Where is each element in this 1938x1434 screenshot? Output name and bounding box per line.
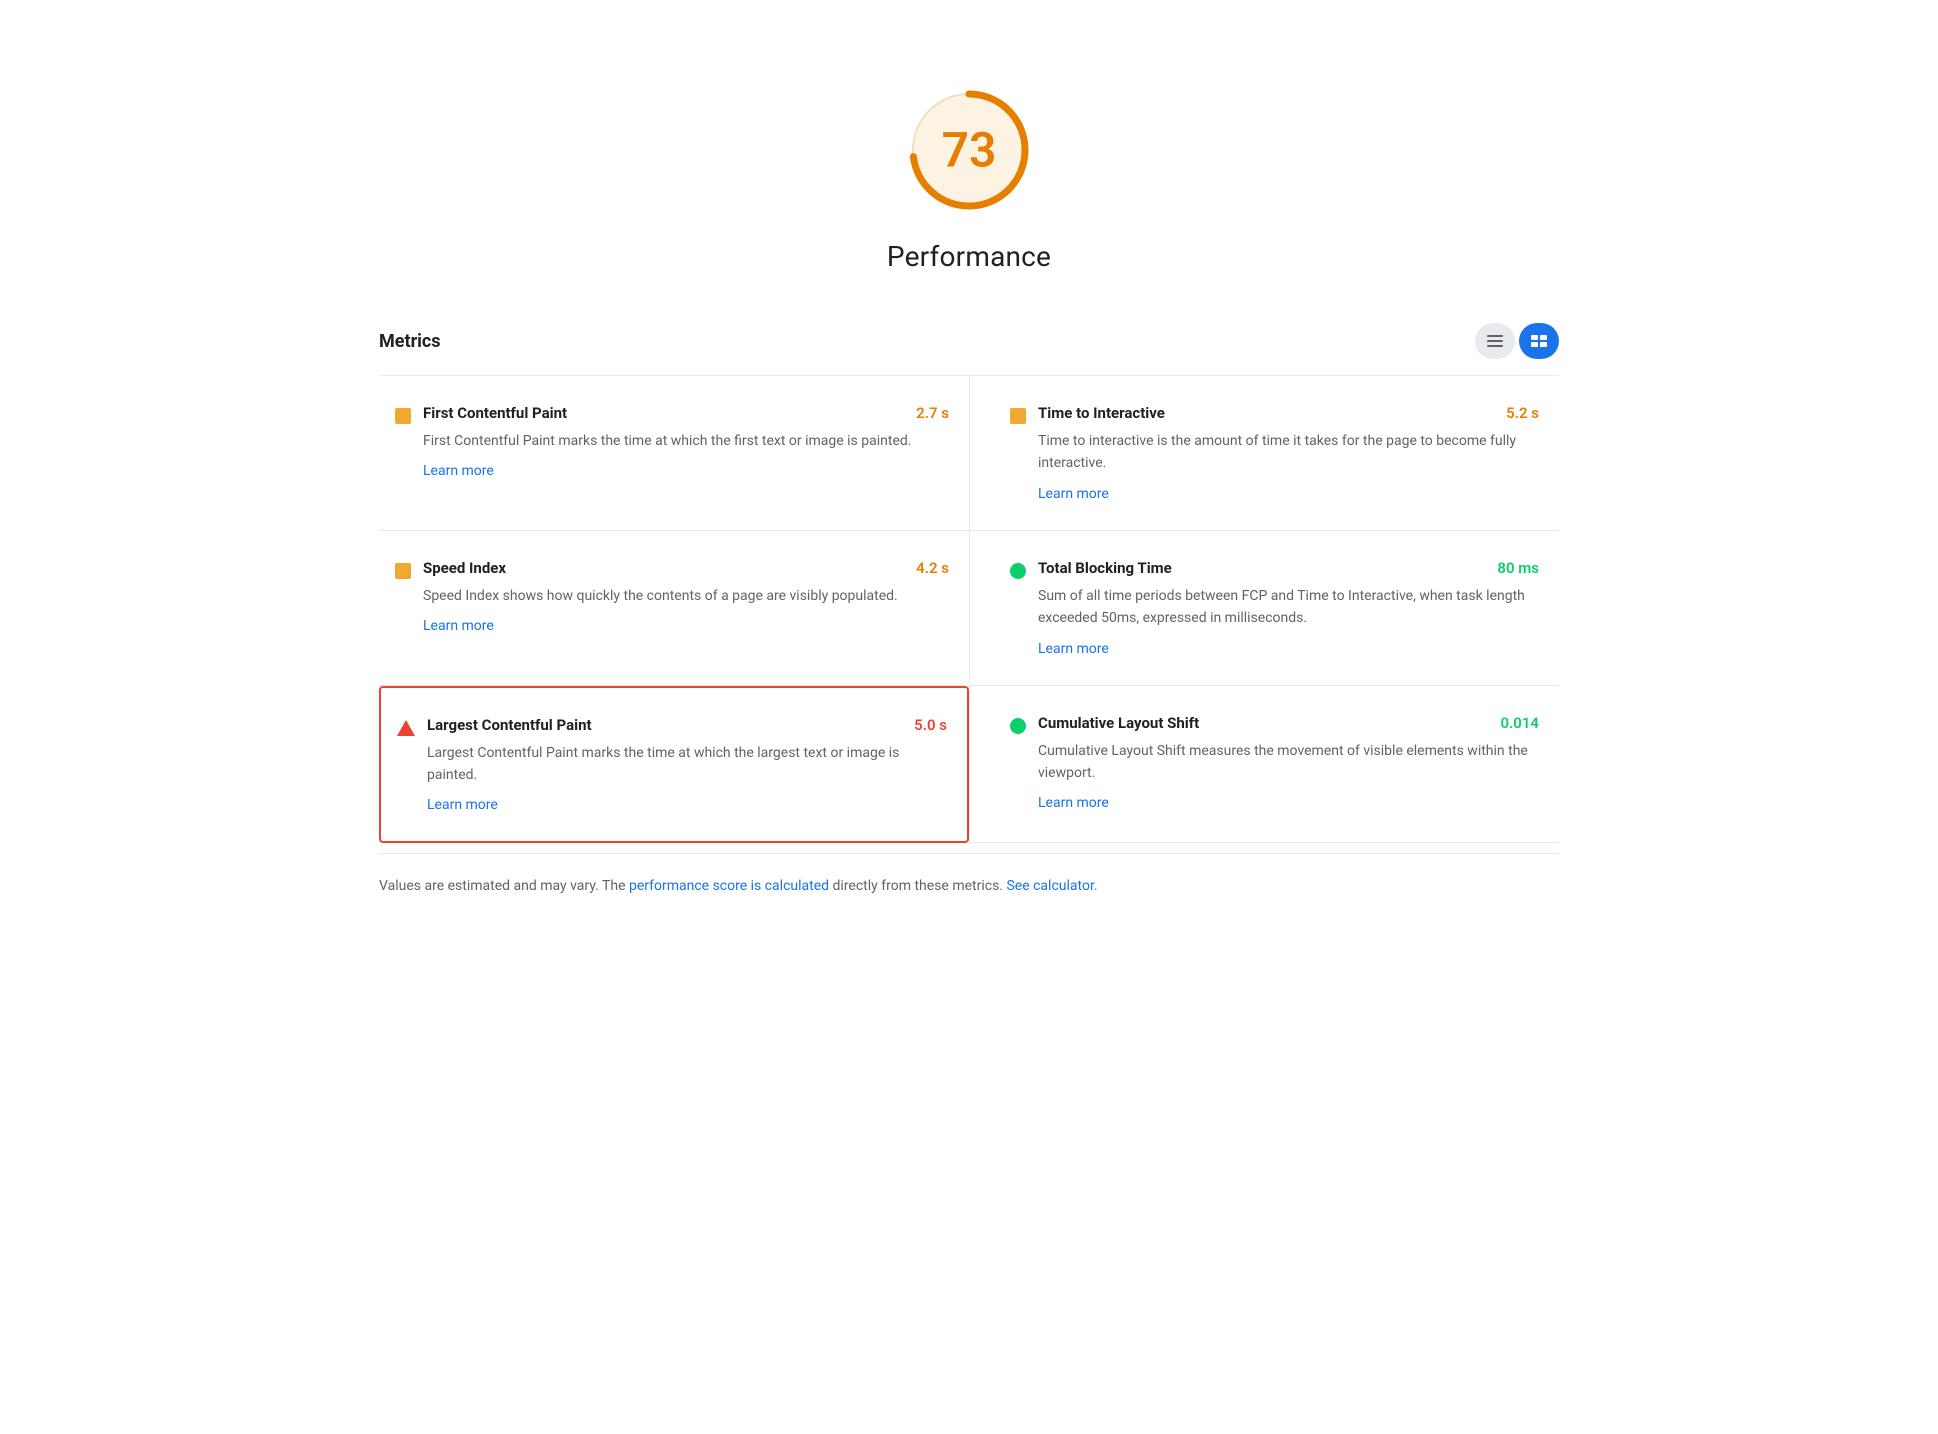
metric-desc-tti: Time to interactive is the amount of tim…	[1038, 430, 1539, 475]
square-orange-icon	[395, 563, 411, 579]
metric-item-fcp: First Contentful Paint 2.7 s First Content…	[379, 376, 969, 531]
metric-item-tbt: Total Blocking Time 80 ms Sum of all time …	[969, 531, 1559, 686]
metric-desc-fcp: First Contentful Paint marks the time at…	[423, 430, 949, 452]
view-toggle	[1475, 323, 1559, 359]
metric-value-si: 4.2 s	[916, 559, 949, 577]
metric-content-tbt: Total Blocking Time 80 ms Sum of all time …	[1038, 559, 1539, 657]
metric-value-lcp: 5.0 s	[914, 716, 947, 734]
metric-item-si: Speed Index 4.2 s Speed Index shows how qu…	[379, 531, 969, 686]
square-orange-icon	[395, 408, 411, 424]
metric-content-tti: Time to Interactive 5.2 s Time to interact…	[1038, 404, 1539, 502]
metric-value-tti: 5.2 s	[1506, 404, 1539, 422]
score-section: 73 Performance	[379, 40, 1559, 303]
footer-link-calculator[interactable]: See calculator.	[1006, 878, 1097, 894]
learn-more-link-fcp[interactable]: Learn more	[423, 463, 494, 479]
metrics-grid: First Contentful Paint 2.7 s First Content…	[379, 376, 1559, 843]
metric-name-tti: Time to Interactive	[1038, 404, 1165, 422]
metric-item-cls: Cumulative Layout Shift 0.014 Cumulative L…	[969, 686, 1559, 844]
metric-name-lcp: Largest Contentful Paint	[427, 716, 592, 734]
metric-desc-tbt: Sum of all time periods between FCP and …	[1038, 585, 1539, 630]
detail-view-button[interactable]	[1519, 323, 1559, 359]
square-orange-icon	[1010, 408, 1026, 424]
footer-text-before: Values are estimated and may vary. The	[379, 878, 629, 894]
learn-more-link-si[interactable]: Learn more	[423, 618, 494, 634]
footer-link-score[interactable]: performance score is calculated	[629, 878, 829, 894]
metric-name-cls: Cumulative Layout Shift	[1038, 714, 1199, 732]
footer-text-middle: directly from these metrics.	[829, 878, 1006, 894]
metric-value-fcp: 2.7 s	[916, 404, 949, 422]
metric-desc-si: Speed Index shows how quickly the conten…	[423, 585, 949, 607]
learn-more-link-cls[interactable]: Learn more	[1038, 795, 1109, 811]
metric-name-tbt: Total Blocking Time	[1038, 559, 1172, 577]
metric-value-cls: 0.014	[1500, 714, 1539, 732]
metric-desc-cls: Cumulative Layout Shift measures the mov…	[1038, 740, 1539, 785]
score-circle: 73	[899, 80, 1039, 220]
metric-name-fcp: First Contentful Paint	[423, 404, 567, 422]
footer-note: Values are estimated and may vary. The p…	[379, 853, 1559, 904]
circle-green-icon	[1010, 563, 1026, 579]
triangle-red-icon	[397, 720, 415, 736]
list-view-button[interactable]	[1475, 323, 1515, 359]
score-value: 73	[942, 122, 997, 179]
metric-content-cls: Cumulative Layout Shift 0.014 Cumulative L…	[1038, 714, 1539, 815]
metric-item-lcp: Largest Contentful Paint 5.0 s Largest Con…	[379, 686, 969, 844]
metric-desc-lcp: Largest Contentful Paint marks the time …	[427, 742, 947, 787]
metric-item-tti: Time to Interactive 5.2 s Time to interact…	[969, 376, 1559, 531]
learn-more-link-lcp[interactable]: Learn more	[427, 797, 498, 813]
circle-green-icon	[1010, 718, 1026, 734]
metric-content-si: Speed Index 4.2 s Speed Index shows how qu…	[423, 559, 949, 657]
metric-name-si: Speed Index	[423, 559, 506, 577]
performance-label: Performance	[887, 240, 1051, 273]
metric-content-lcp: Largest Contentful Paint 5.0 s Largest Con…	[427, 716, 947, 814]
metric-content-fcp: First Contentful Paint 2.7 s First Content…	[423, 404, 949, 502]
list-icon	[1487, 335, 1503, 347]
learn-more-link-tti[interactable]: Learn more	[1038, 486, 1109, 502]
metric-value-tbt: 80 ms	[1497, 559, 1539, 577]
detail-icon	[1531, 335, 1547, 347]
metrics-header: Metrics	[379, 303, 1559, 376]
learn-more-link-tbt[interactable]: Learn more	[1038, 641, 1109, 657]
metrics-title: Metrics	[379, 331, 441, 352]
